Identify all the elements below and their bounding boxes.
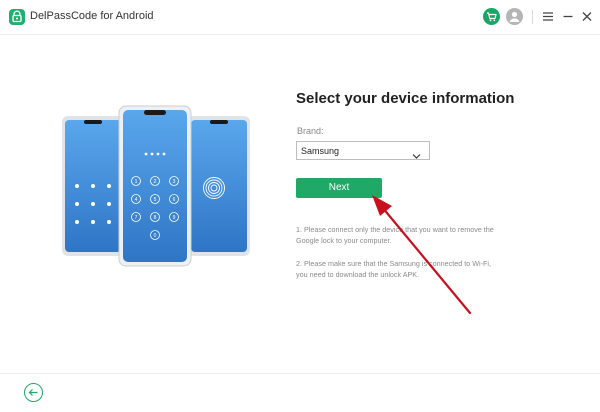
svg-text:8: 8: [154, 215, 157, 221]
chevron-down-icon: [412, 147, 421, 159]
svg-text:2: 2: [154, 179, 157, 185]
pattern-lock-phone: [62, 116, 124, 256]
phones-illustration: 1 2 3 4 5 6 7 8 9 0: [60, 102, 280, 272]
svg-text:3: 3: [173, 179, 176, 185]
menu-icon[interactable]: [540, 8, 556, 25]
title-bar: DelPassCode for Android: [0, 0, 600, 35]
back-arrow-icon[interactable]: [24, 383, 43, 402]
brand-selected-value: Samsung: [301, 146, 340, 156]
instruction-note-1: 1. Please connect only the device that y…: [296, 225, 494, 245]
title-bar-divider: [532, 10, 533, 24]
svg-text:0: 0: [154, 233, 157, 239]
svg-text:7: 7: [135, 215, 138, 221]
footer-divider: [0, 373, 600, 374]
svg-text:4: 4: [135, 197, 138, 203]
next-button[interactable]: Next: [296, 178, 382, 198]
annotation-arrow: [360, 190, 480, 320]
pin-lock-phone: 1 2 3 4 5 6 7 8 9 0: [118, 105, 192, 267]
page-title: Select your device information: [296, 90, 515, 107]
minimize-icon[interactable]: [560, 8, 576, 25]
close-icon[interactable]: [579, 8, 595, 25]
fingerprint-lock-phone: [188, 116, 250, 256]
app-logo-icon: [9, 9, 25, 25]
cart-icon[interactable]: [483, 8, 500, 25]
brand-label: Brand:: [297, 126, 324, 136]
svg-text:5: 5: [154, 197, 157, 203]
app-title: DelPassCode for Android: [30, 10, 154, 22]
svg-text:1: 1: [135, 179, 138, 185]
user-icon[interactable]: [506, 8, 523, 25]
instruction-note-2: 2. Please make sure that the Samsung is …: [296, 259, 491, 279]
svg-text:6: 6: [173, 197, 176, 203]
svg-text:9: 9: [173, 215, 176, 221]
brand-select[interactable]: Samsung: [296, 141, 430, 160]
